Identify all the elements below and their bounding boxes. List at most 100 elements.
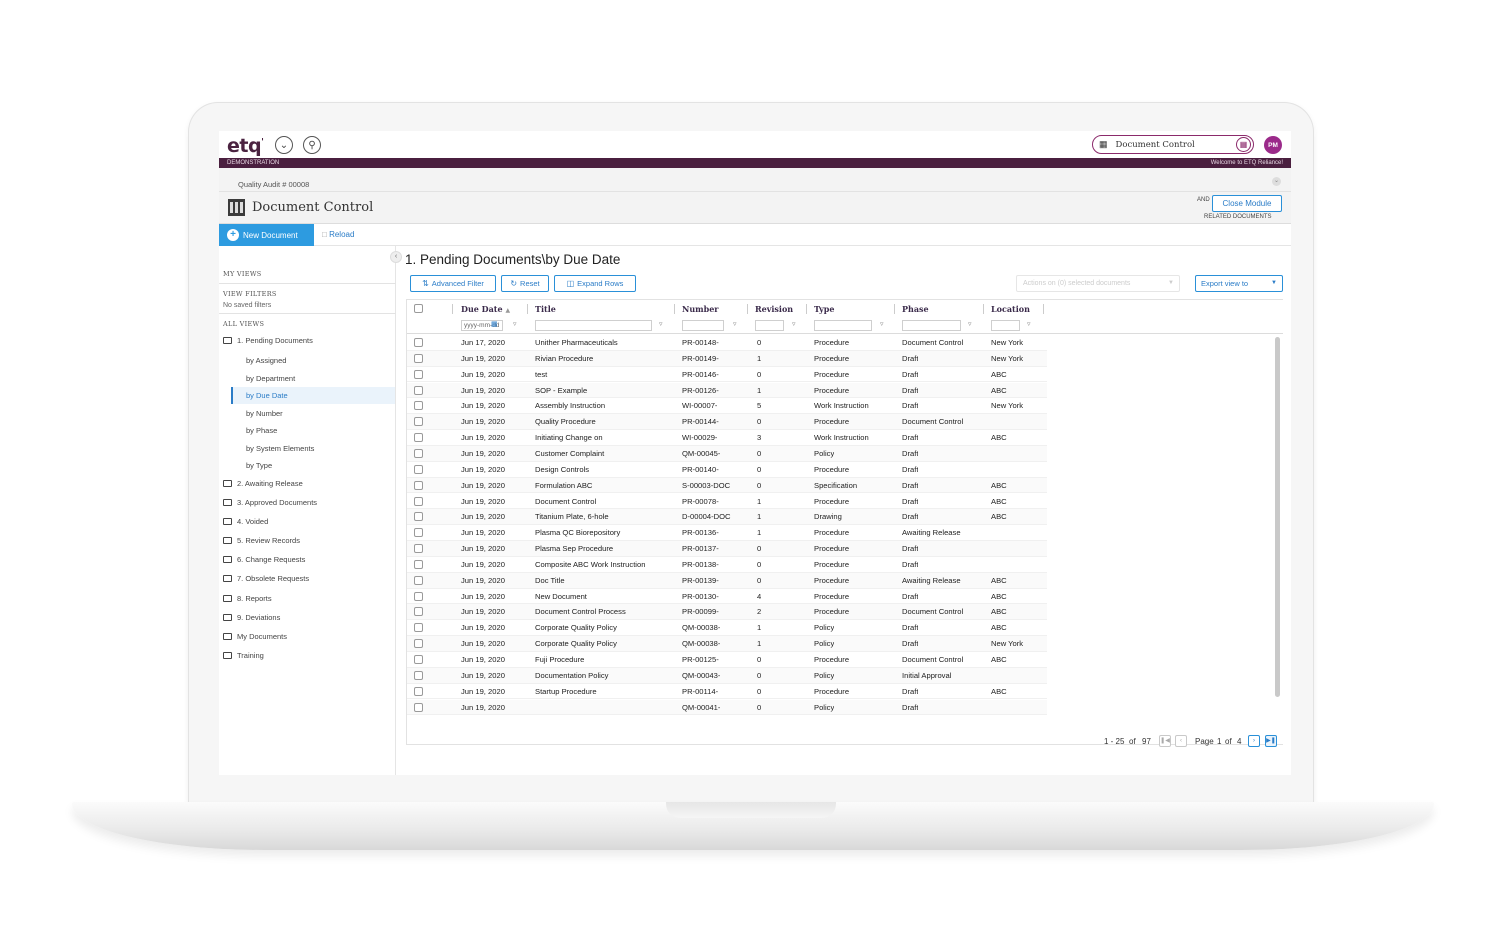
cell-title[interactable]: Assembly Instruction xyxy=(535,398,670,414)
table-row[interactable]: Jun 19, 2020 Document Control PR-00078- 1 Pr… xyxy=(407,494,1047,510)
row-checkbox[interactable] xyxy=(414,385,423,395)
cell-title[interactable]: test xyxy=(535,367,670,383)
row-checkbox[interactable] xyxy=(414,623,423,633)
table-row[interactable]: Jun 19, 2020 Corporate Quality Policy QM-0… xyxy=(407,636,1047,652)
location-filter-input[interactable] xyxy=(991,320,1020,331)
cell-title[interactable]: SOP - Example xyxy=(535,383,670,399)
table-row[interactable]: Jun 19, 2020 Design Controls PR-00140- 0 Pro… xyxy=(407,462,1047,478)
my-views-heading[interactable]: MY VIEWS xyxy=(223,270,262,278)
table-row[interactable]: Jun 19, 2020 Corporate Quality Policy QM-0… xyxy=(407,620,1047,637)
filter-icon[interactable]: ▿ xyxy=(880,320,884,328)
table-row[interactable]: Jun 19, 2020 Plasma QC Biorepository PR-00… xyxy=(407,525,1047,541)
cell-title[interactable]: Design Controls xyxy=(535,462,670,478)
cell-title[interactable]: Plasma QC Biorepository xyxy=(535,525,670,541)
filter-icon[interactable]: ▿ xyxy=(513,320,517,328)
cell-title[interactable]: Formulation ABC xyxy=(535,478,670,494)
column-header-due-date[interactable]: Due Date ▲ xyxy=(461,304,510,314)
row-checkbox[interactable] xyxy=(414,353,423,363)
table-row[interactable]: Jun 19, 2020 QM-00041- 0 Policy Draft xyxy=(407,699,1047,716)
cell-title[interactable]: Document Control Process xyxy=(535,604,670,620)
row-checkbox[interactable] xyxy=(414,369,423,379)
cell-title[interactable]: Startup Procedure xyxy=(535,684,670,700)
cell-title[interactable]: Unither Pharmaceuticals xyxy=(535,335,670,351)
row-checkbox[interactable] xyxy=(414,607,423,617)
next-page-icon[interactable]: › xyxy=(1248,735,1260,747)
reset-button[interactable]: ↻ Reset xyxy=(501,275,549,292)
cell-title[interactable]: Initiating Change on xyxy=(535,430,670,446)
previous-page-icon[interactable]: ‹ xyxy=(1175,735,1187,747)
table-row[interactable]: Jun 19, 2020 Startup Procedure PR-00114- 0 P… xyxy=(407,684,1047,700)
chevron-down-icon[interactable]: ⌄ xyxy=(275,136,293,154)
table-row[interactable]: Jun 19, 2020 Formulation ABC S-00003-DOC 0 S… xyxy=(407,477,1047,494)
sidebar-subitem-by-due-date[interactable]: by Due Date xyxy=(231,387,395,404)
filter-icon[interactable]: ▿ xyxy=(659,320,663,328)
table-row[interactable]: Jun 19, 2020 New Document PR-00130- 4 Proced… xyxy=(407,589,1047,605)
sidebar-item-deviations[interactable]: 9. Deviations xyxy=(223,610,280,626)
row-checkbox[interactable] xyxy=(414,433,423,443)
table-row[interactable]: Jun 19, 2020 Fuji Procedure PR-00125- 0 Proc… xyxy=(407,652,1047,668)
select-all-checkbox[interactable] xyxy=(414,304,423,313)
chevron-down-icon[interactable]: ⌄ xyxy=(1272,177,1281,186)
close-module-button[interactable]: Close Module xyxy=(1212,195,1282,212)
related-documents-link[interactable]: RELATED DOCUMENTS xyxy=(1204,214,1272,220)
new-document-button[interactable]: + New Document xyxy=(219,224,314,246)
cell-title[interactable]: Corporate Quality Policy xyxy=(535,620,670,636)
cell-title[interactable]: Rivian Procedure xyxy=(535,351,670,367)
expand-rows-button[interactable]: ◫ Expand Rows xyxy=(554,275,636,292)
sidebar-subitem-by-department[interactable]: by Department xyxy=(231,370,395,387)
filter-icon[interactable]: ▿ xyxy=(968,320,972,328)
table-row[interactable]: Jun 19, 2020 SOP - Example PR-00126- 1 Proce… xyxy=(407,382,1047,399)
phase-filter-input[interactable] xyxy=(902,320,961,331)
sidebar-subitem-by-system-elements[interactable]: by System Elements xyxy=(231,440,395,457)
sidebar-item-obsolete-requests[interactable]: 7. Obsolete Requests xyxy=(223,571,309,587)
sidebar-item-awaiting-release[interactable]: 2. Awaiting Release xyxy=(223,476,303,492)
export-view-dropdown[interactable]: Export view to ▼ xyxy=(1195,275,1283,292)
table-row[interactable]: Jun 19, 2020 Quality Procedure PR-00144- 0 P… xyxy=(407,414,1047,431)
column-header-revision[interactable]: Revision xyxy=(755,304,793,314)
row-checkbox[interactable] xyxy=(414,544,423,554)
type-filter-input[interactable] xyxy=(814,320,872,331)
reload-button[interactable]: □ Reload xyxy=(322,230,354,239)
advanced-filter-button[interactable]: ⇅ Advanced Filter xyxy=(410,275,496,292)
all-views-heading[interactable]: ALL VIEWS xyxy=(223,320,264,328)
cell-title[interactable]: Plasma Sep Procedure xyxy=(535,541,670,557)
table-row[interactable]: Jun 17, 2020 Unither Pharmaceuticals PR-00… xyxy=(407,335,1047,351)
sidebar-subitem-by-assigned[interactable]: by Assigned xyxy=(231,352,395,369)
sidebar-item-my-documents[interactable]: My Documents xyxy=(223,629,287,645)
cell-title[interactable]: Fuji Procedure xyxy=(535,652,670,668)
table-row[interactable]: Jun 19, 2020 Doc Title PR-00139- 0 Procedure… xyxy=(407,572,1047,589)
last-page-icon[interactable]: ▶❚ xyxy=(1265,735,1277,747)
row-checkbox[interactable] xyxy=(414,401,423,411)
view-filters-heading[interactable]: VIEW FILTERS xyxy=(223,290,277,298)
column-header-type[interactable]: Type xyxy=(814,304,834,314)
table-row[interactable]: Jun 19, 2020 Plasma Sep Procedure PR-00137… xyxy=(407,541,1047,557)
first-page-icon[interactable]: ❚◀ xyxy=(1159,735,1171,747)
number-filter-input[interactable] xyxy=(682,320,724,331)
row-checkbox[interactable] xyxy=(414,639,423,649)
sidebar-item-approved-documents[interactable]: 3. Approved Documents xyxy=(223,495,317,511)
row-checkbox[interactable] xyxy=(414,480,423,490)
cell-title[interactable]: Documentation Policy xyxy=(535,668,670,684)
column-header-number[interactable]: Number xyxy=(682,304,719,314)
pager-current-page[interactable]: 1 xyxy=(1217,737,1221,746)
sidebar-subitem-by-number[interactable]: by Number xyxy=(231,405,395,422)
row-checkbox[interactable] xyxy=(414,448,423,458)
row-checkbox[interactable] xyxy=(414,338,423,347)
cell-title[interactable]: Customer Complaint xyxy=(535,446,670,462)
table-row[interactable]: Jun 19, 2020 test PR-00146- 0 Procedure Draft… xyxy=(407,367,1047,383)
filter-icon[interactable]: ▿ xyxy=(733,320,737,328)
sidebar-subitem-by-type[interactable]: by Type xyxy=(231,457,395,474)
row-checkbox[interactable] xyxy=(414,512,423,522)
row-checkbox[interactable] xyxy=(414,575,423,585)
cell-title[interactable]: Composite ABC Work Instruction xyxy=(535,557,670,573)
table-row[interactable]: Jun 19, 2020 Assembly Instruction WI-00007… xyxy=(407,398,1047,415)
table-row[interactable]: Jun 19, 2020 Initiating Change on WI-00029… xyxy=(407,430,1047,446)
revision-filter-input[interactable] xyxy=(755,320,784,331)
cell-title[interactable]: Doc Title xyxy=(535,573,670,589)
table-row[interactable]: Jun 19, 2020 Composite ABC Work Instructi… xyxy=(407,557,1047,573)
table-row[interactable]: Jun 19, 2020 Document Control Process PR-0… xyxy=(407,604,1047,621)
sidebar-item-training[interactable]: Training xyxy=(223,648,264,664)
sidebar-item-reports[interactable]: 8. Reports xyxy=(223,591,272,607)
bulk-actions-dropdown[interactable]: Actions on (0) selected documents ▼ xyxy=(1016,275,1180,292)
table-row[interactable]: Jun 19, 2020 Documentation Policy QM-00043… xyxy=(407,667,1047,684)
